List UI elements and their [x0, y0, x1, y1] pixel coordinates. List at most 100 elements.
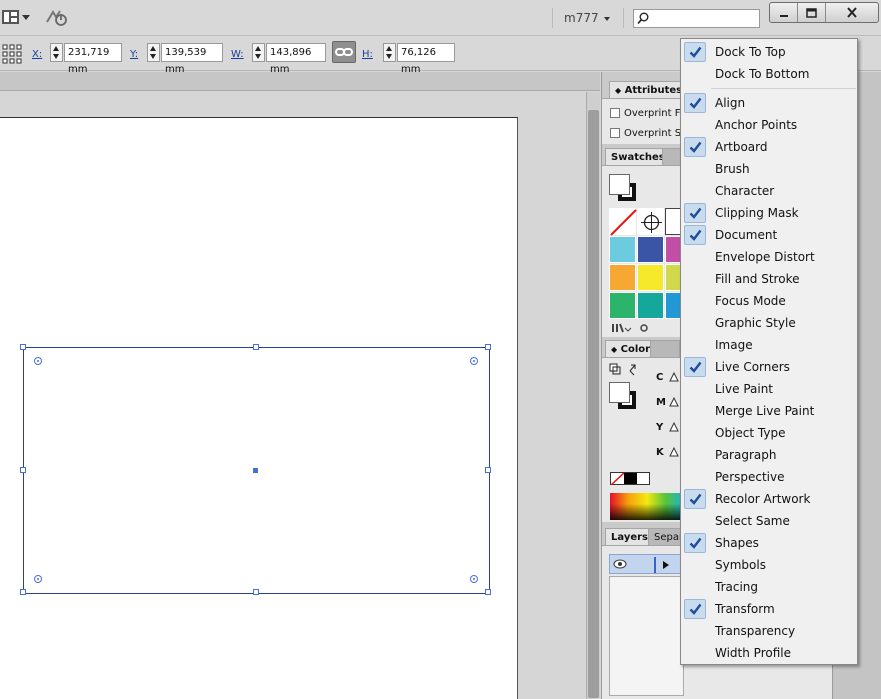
swatch-color[interactable]: [665, 264, 681, 291]
tab-inactive[interactable]: [650, 340, 680, 357]
checkbox-box[interactable]: [610, 108, 620, 118]
menu-item-object-type[interactable]: Object Type: [681, 422, 857, 444]
swatch-color[interactable]: [609, 264, 636, 291]
x-stepper[interactable]: [50, 43, 63, 62]
menu-item-shapes[interactable]: Shapes: [681, 532, 857, 554]
menu-item-clipping-mask[interactable]: Clipping Mask: [681, 202, 857, 224]
tab-layers[interactable]: Layers: [605, 528, 654, 545]
maximize-button[interactable]: [798, 3, 826, 22]
live-corner-widget-top-left[interactable]: [34, 357, 42, 365]
menu-item-merge-live-paint[interactable]: Merge Live Paint: [681, 400, 857, 422]
sync-settings-icon[interactable]: [44, 8, 70, 28]
swatch-color[interactable]: [665, 292, 681, 319]
swatch-color[interactable]: [665, 236, 681, 263]
channel-slider-icons[interactable]: [668, 371, 680, 461]
y-position-field[interactable]: 139,539 mm: [161, 43, 223, 75]
tab-swatches[interactable]: Swatches: [605, 148, 671, 165]
constrain-proportions-button[interactable]: [332, 41, 356, 63]
workspace-switcher-button[interactable]: [2, 8, 32, 28]
menu-item-select-same[interactable]: Select Same: [681, 510, 857, 532]
menu-item-width-profile[interactable]: Width Profile: [681, 642, 857, 664]
tab-inactive[interactable]: [662, 148, 682, 165]
menu-item-transform[interactable]: Transform: [681, 598, 857, 620]
swap-default-colors-icon[interactable]: [609, 363, 643, 377]
scrollbar-thumb[interactable]: [588, 110, 599, 698]
menu-item-envelope-distort[interactable]: Envelope Distort: [681, 246, 857, 268]
swatch-none[interactable]: [609, 208, 637, 236]
menu-item-character[interactable]: Character: [681, 180, 857, 202]
x-position-field[interactable]: 231,719 mm: [64, 43, 122, 75]
menu-item-document[interactable]: Document: [681, 224, 857, 246]
swatch-color[interactable]: [637, 236, 664, 263]
menu-item-transparency[interactable]: Transparency: [681, 620, 857, 642]
artboard[interactable]: [0, 117, 518, 699]
menu-item-perspective[interactable]: Perspective: [681, 466, 857, 488]
menu-item-align[interactable]: Align: [681, 92, 857, 114]
menu-item-dock-to-top[interactable]: Dock To Top: [681, 41, 857, 63]
resize-handle-top[interactable]: [253, 344, 259, 350]
resize-handle-bottom-right[interactable]: [485, 589, 491, 595]
swatch-color[interactable]: [637, 292, 664, 319]
tab-color[interactable]: ◆ Color: [605, 340, 657, 357]
width-stepper[interactable]: [252, 43, 265, 62]
resize-handle-top-right[interactable]: [485, 344, 491, 350]
black-swatch[interactable]: [624, 473, 637, 484]
menu-item-focus-mode[interactable]: Focus Mode: [681, 290, 857, 312]
minimize-button[interactable]: [770, 3, 798, 22]
layer-row[interactable]: [609, 554, 684, 574]
x-label[interactable]: X:: [32, 49, 42, 60]
live-corner-widget-bottom-right[interactable]: [470, 575, 478, 583]
white-swatch[interactable]: [637, 473, 649, 484]
tab-attributes[interactable]: ◆ Attributes: [609, 81, 689, 98]
resize-handle-bottom[interactable]: [253, 589, 259, 595]
menu-item-paragraph[interactable]: Paragraph: [681, 444, 857, 466]
height-field[interactable]: 76,126 mm: [397, 43, 455, 75]
none-swatch[interactable]: [610, 472, 625, 486]
chevron-down-icon[interactable]: [604, 17, 610, 21]
vertical-scrollbar[interactable]: [586, 92, 600, 699]
width-field[interactable]: 143,896 mm: [266, 43, 326, 75]
live-corner-widget-top-right[interactable]: [470, 357, 478, 365]
menu-item-anchor-points[interactable]: Anchor Points: [681, 114, 857, 136]
w-label[interactable]: W:: [231, 49, 244, 60]
menu-item-recolor-artwork[interactable]: Recolor Artwork: [681, 488, 857, 510]
reference-point-icon[interactable]: [2, 44, 22, 64]
h-label[interactable]: H:: [362, 49, 373, 60]
menu-item-image[interactable]: Image: [681, 334, 857, 356]
canvas-area[interactable]: [0, 92, 586, 699]
menu-item-symbols[interactable]: Symbols: [681, 554, 857, 576]
overprint-stroke-checkbox[interactable]: Overprint St: [610, 128, 685, 139]
resize-handle-left[interactable]: [20, 467, 26, 473]
swatch-registration[interactable]: [637, 208, 664, 235]
y-label[interactable]: Y:: [130, 49, 138, 60]
swatch-libraries-icon[interactable]: [611, 322, 651, 334]
swatch-color[interactable]: [609, 236, 636, 263]
resize-handle-top-left[interactable]: [20, 344, 26, 350]
swatch-white[interactable]: [665, 208, 681, 235]
menu-item-fill-and-stroke[interactable]: Fill and Stroke: [681, 268, 857, 290]
menu-item-tracing[interactable]: Tracing: [681, 576, 857, 598]
menu-item-artboard[interactable]: Artboard: [681, 136, 857, 158]
live-corner-widget-bottom-left[interactable]: [34, 575, 42, 583]
menu-item-dock-to-bottom[interactable]: Dock To Bottom: [681, 63, 857, 85]
color-spectrum[interactable]: [610, 493, 684, 520]
menu-item-live-corners[interactable]: Live Corners: [681, 356, 857, 378]
menu-item-live-paint[interactable]: Live Paint: [681, 378, 857, 400]
menu-item-brush[interactable]: Brush: [681, 158, 857, 180]
menu-item-graphic-style[interactable]: Graphic Style: [681, 312, 857, 334]
fill-stroke-indicator[interactable]: [609, 174, 639, 204]
overprint-fill-checkbox[interactable]: Overprint Fill: [610, 108, 688, 119]
search-input[interactable]: [633, 9, 760, 28]
resize-handle-right[interactable]: [485, 467, 491, 473]
expand-triangle-icon[interactable]: [662, 560, 670, 570]
swatch-color[interactable]: [637, 264, 664, 291]
tab-separations[interactable]: Separ: [648, 528, 682, 545]
y-stepper[interactable]: [147, 43, 160, 62]
none-black-white-swatches[interactable]: [610, 472, 650, 486]
user-account-name[interactable]: m777: [564, 11, 599, 25]
checkbox-box[interactable]: [610, 128, 620, 138]
fill-swatch[interactable]: [609, 382, 630, 403]
resize-handle-bottom-left[interactable]: [20, 589, 26, 595]
eye-icon[interactable]: [613, 559, 627, 569]
close-button[interactable]: [826, 3, 878, 22]
